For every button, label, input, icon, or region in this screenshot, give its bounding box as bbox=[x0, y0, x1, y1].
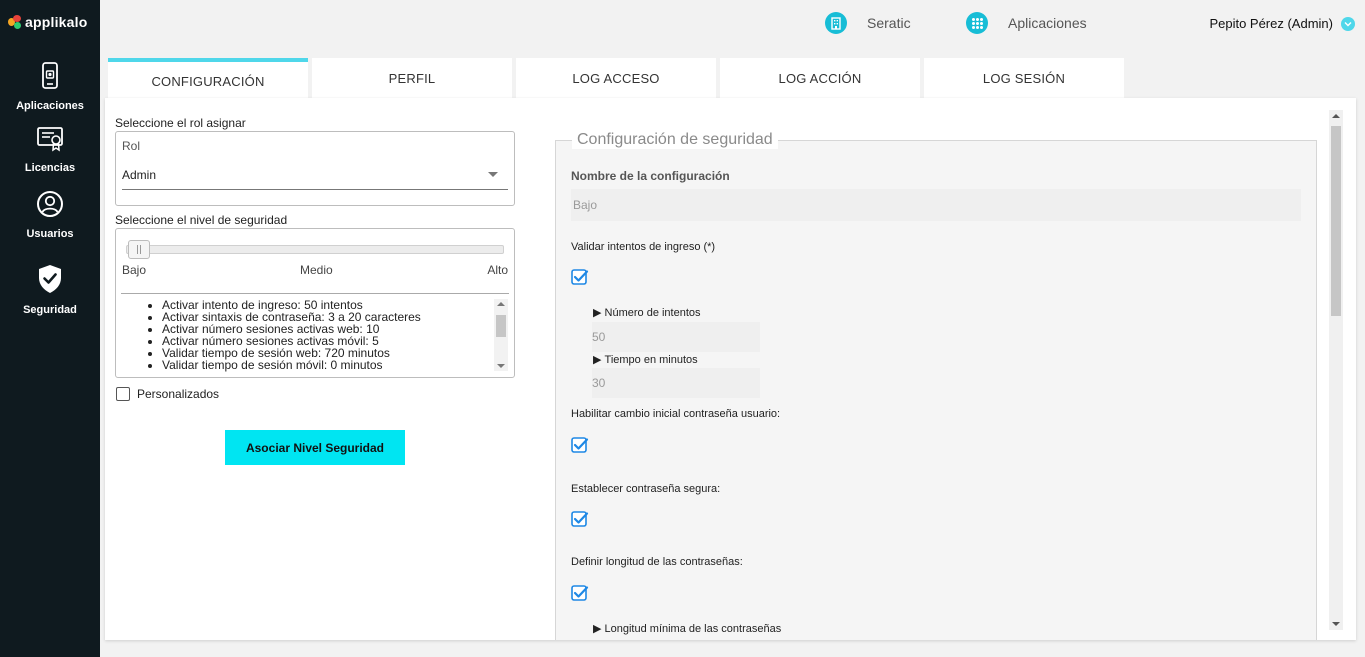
minutes-input[interactable]: 30 bbox=[592, 368, 760, 398]
tab-log-sesion[interactable]: LOG SESIÓN bbox=[924, 58, 1124, 98]
role-field-label: Rol bbox=[122, 139, 141, 153]
app-logo[interactable]: applikalo bbox=[8, 14, 87, 30]
attempts-value: 50 bbox=[592, 330, 606, 344]
top-bar: Seratic Aplicaciones Pepito Pérez (Admin… bbox=[100, 0, 1365, 50]
security-config-fieldset: Configuración de seguridad Nombre de la … bbox=[555, 131, 1317, 640]
tab-label: LOG ACCIÓN bbox=[778, 70, 862, 86]
tab-label: CONFIGURACIÓN bbox=[151, 73, 265, 89]
rules-list: Activar intento de ingreso: 50 intentos … bbox=[122, 299, 492, 373]
secure-password-checkbox[interactable] bbox=[571, 511, 589, 529]
attempts-input[interactable]: 50 bbox=[592, 322, 760, 352]
slider-label-high: Alto bbox=[487, 263, 508, 277]
sidebar-item-seguridad[interactable]: Seguridad bbox=[0, 264, 100, 318]
slider-label-low: Bajo bbox=[122, 263, 147, 277]
password-length-label: Definir longitud de las contraseñas: bbox=[571, 556, 743, 568]
slider-handle[interactable] bbox=[128, 240, 150, 259]
scroll-up-icon[interactable] bbox=[1332, 114, 1340, 118]
scroll-down-icon[interactable] bbox=[1332, 622, 1340, 626]
secure-password-label: Establecer contraseña segura: bbox=[571, 483, 721, 495]
configuration-panel: Seleccione el rol asignar Rol Admin Sele… bbox=[105, 98, 1356, 640]
min-length-label: ▶ Longitud mínima de las contraseñas bbox=[593, 623, 782, 635]
tab-label: LOG ACCESO bbox=[572, 70, 660, 86]
slider-label-mid: Medio bbox=[300, 263, 333, 277]
caret-down-icon bbox=[488, 172, 498, 177]
minutes-value: 30 bbox=[592, 376, 606, 390]
chevron-down-icon bbox=[1341, 16, 1355, 31]
scroll-up-icon[interactable] bbox=[497, 302, 505, 306]
company-link[interactable]: Seratic bbox=[825, 12, 911, 34]
shield-check-icon bbox=[39, 265, 61, 293]
config-name-label: Nombre de la configuración bbox=[571, 169, 730, 183]
role-select-value: Admin bbox=[122, 168, 157, 182]
initial-change-label: Habilitar cambio inicial contraseña usua… bbox=[571, 408, 781, 420]
certificate-icon bbox=[37, 127, 63, 152]
tab-log-acceso[interactable]: LOG ACCESO bbox=[516, 58, 716, 98]
list-item: Validar tiempo de sesión móvil: 0 minuto… bbox=[162, 359, 492, 371]
divider bbox=[121, 293, 509, 294]
role-select[interactable]: Admin bbox=[116, 160, 514, 192]
min-length-label-text: Longitud mínima de las contraseñas bbox=[604, 623, 782, 635]
custom-checkbox[interactable] bbox=[116, 387, 130, 401]
role-prompt: Seleccione el rol asignar bbox=[115, 116, 246, 130]
initial-change-checkbox[interactable] bbox=[571, 437, 589, 455]
attempts-label-text: Número de intentos bbox=[604, 307, 701, 319]
validate-attempts-label: Validar intentos de ingreso (*) bbox=[571, 241, 716, 253]
scroll-thumb[interactable] bbox=[1331, 126, 1341, 316]
role-select-box: Rol Admin bbox=[115, 131, 515, 206]
apps-label: Aplicaciones bbox=[1008, 15, 1087, 31]
associate-level-button[interactable]: Asociar Nivel Seguridad bbox=[225, 430, 405, 465]
sidebar-item-label: Licencias bbox=[24, 162, 76, 174]
sidebar: applikalo Aplicaciones Licencias Usuario… bbox=[0, 0, 100, 657]
main-scrollbar[interactable] bbox=[1329, 110, 1343, 630]
security-level-slider[interactable] bbox=[126, 245, 504, 254]
sidebar-item-label: Usuarios bbox=[26, 228, 74, 240]
custom-label: Personalizados bbox=[137, 387, 220, 401]
minutes-label-text: Tiempo en minutos bbox=[604, 354, 698, 366]
phone-icon bbox=[42, 62, 58, 89]
validate-attempts-checkbox[interactable] bbox=[571, 269, 589, 287]
tab-perfil[interactable]: PERFIL bbox=[312, 58, 512, 98]
apps-grid-icon bbox=[966, 12, 988, 34]
config-name-input[interactable]: Bajo bbox=[571, 189, 1301, 221]
level-prompt: Seleccione el nivel de seguridad bbox=[115, 213, 288, 227]
tab-configuracion[interactable]: CONFIGURACIÓN bbox=[108, 58, 308, 100]
tab-label: PERFIL bbox=[388, 70, 436, 86]
security-level-box: Bajo Medio Alto Activar intento de ingre… bbox=[115, 228, 515, 378]
attempts-label: ▶ Número de intentos bbox=[593, 307, 701, 319]
select-underline bbox=[122, 189, 508, 190]
config-name-value: Bajo bbox=[573, 198, 598, 212]
brand-name: applikalo bbox=[25, 14, 88, 30]
tab-label: LOG SESIÓN bbox=[982, 70, 1066, 86]
sidebar-item-label: Aplicaciones bbox=[16, 100, 84, 112]
scroll-thumb[interactable] bbox=[496, 315, 506, 337]
logo-mark-icon bbox=[8, 15, 22, 29]
fieldset-legend: Configuración de seguridad bbox=[572, 131, 778, 149]
minutes-label: ▶ Tiempo en minutos bbox=[593, 354, 698, 366]
rules-scrollbar[interactable] bbox=[494, 299, 508, 371]
building-icon bbox=[825, 12, 847, 34]
sidebar-item-label: Seguridad bbox=[23, 304, 77, 316]
sidebar-item-licencias[interactable]: Licencias bbox=[0, 126, 100, 176]
user-name: Pepito Pérez (Admin) bbox=[1209, 16, 1333, 31]
sidebar-item-usuarios[interactable]: Usuarios bbox=[0, 190, 100, 242]
password-length-checkbox[interactable] bbox=[571, 585, 589, 603]
apps-link[interactable]: Aplicaciones bbox=[966, 12, 1087, 34]
scroll-down-icon[interactable] bbox=[497, 364, 505, 368]
user-circle-icon bbox=[37, 191, 63, 217]
company-name: Seratic bbox=[867, 15, 911, 31]
sidebar-item-aplicaciones[interactable]: Aplicaciones bbox=[0, 62, 100, 114]
tab-log-accion[interactable]: LOG ACCIÓN bbox=[720, 58, 920, 98]
user-menu[interactable]: Pepito Pérez (Admin) bbox=[1209, 16, 1355, 31]
